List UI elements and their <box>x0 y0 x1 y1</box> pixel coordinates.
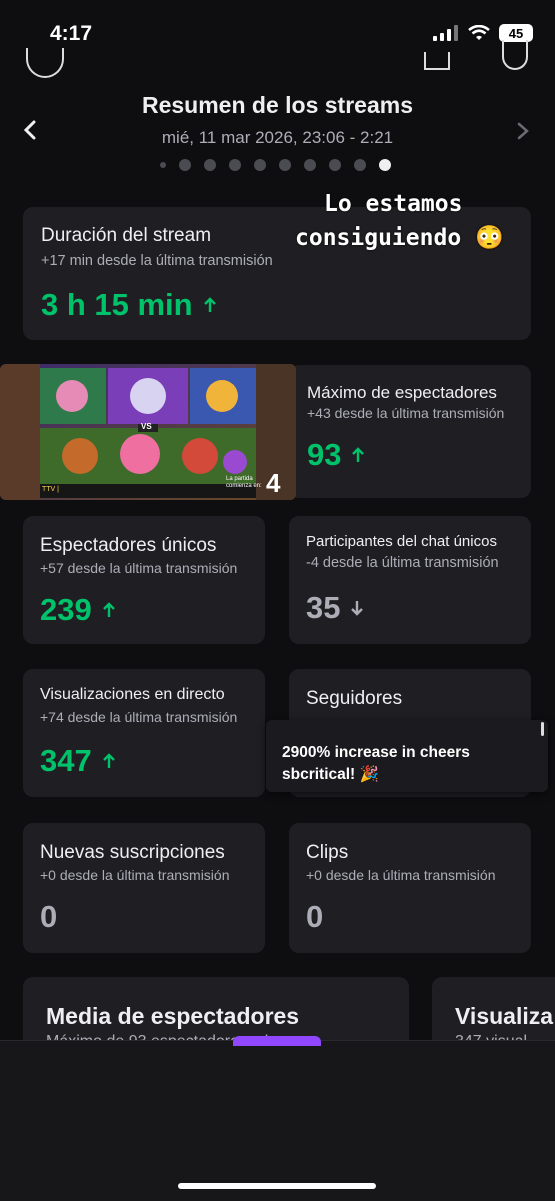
signal-icon <box>433 25 458 41</box>
stat-label: Espectadores únicos <box>40 535 217 556</box>
stat-value-text: 0 <box>40 899 58 934</box>
stat-value-text: 93 <box>307 437 342 472</box>
pager-dot[interactable] <box>160 162 166 168</box>
stat-delta: +43 desde la última transmisión <box>307 405 505 421</box>
primary-action-button[interactable] <box>233 1036 321 1046</box>
stat-card-new-subs: Nuevas suscripciones +0 desde la última … <box>23 823 265 953</box>
views-card-title: Visualiza <box>455 1003 554 1029</box>
caption-line-1: Lo estamos <box>324 191 463 217</box>
stat-value: 93 <box>307 437 365 473</box>
toast-text: 2900% increase in cheers sbcritical! 🎉 <box>282 742 470 786</box>
arrow-up-icon <box>203 297 216 312</box>
stat-value-text: 0 <box>306 899 324 934</box>
wifi-icon <box>468 25 490 40</box>
chevron-right-icon[interactable] <box>516 122 530 140</box>
avatar[interactable] <box>26 48 64 78</box>
stat-card-live-views: Visualizaciones en directo +74 desde la … <box>23 669 265 797</box>
stat-value: 3 h 15 min <box>41 287 217 323</box>
thumbnail-team: TTV | <box>42 486 59 493</box>
stat-value: 0 <box>306 899 323 935</box>
stat-card-unique-viewers: Espectadores únicos +57 desde la última … <box>23 516 265 644</box>
stat-card-clips: Clips +0 desde la última transmisión 0 <box>289 823 531 953</box>
stat-label: Nuevas suscripciones <box>40 842 225 863</box>
stat-delta: -4 desde la última transmisión <box>306 555 499 571</box>
home-indicator[interactable] <box>178 1183 376 1189</box>
pager-dot[interactable] <box>279 159 291 171</box>
pager-dots <box>160 159 391 171</box>
inbox-icon[interactable] <box>424 52 450 70</box>
profile-icon[interactable] <box>502 40 528 70</box>
stat-value-text: 239 <box>40 592 92 627</box>
stat-value: 35 <box>306 590 364 626</box>
stat-label: Máximo de espectadores <box>307 383 497 402</box>
toast-line-2: sbcritical! 🎉 <box>282 766 379 783</box>
stat-value: 239 <box>40 592 116 628</box>
pager-dot[interactable] <box>304 159 316 171</box>
stat-card-chat-participants: Participantes del chat únicos -4 desde l… <box>289 516 531 644</box>
stat-card-max-viewers: Máximo de espectadores +43 desde la últi… <box>289 365 531 498</box>
stat-delta: +17 min desde la última transmisión <box>41 253 273 269</box>
stat-delta: +74 desde la última transmisión <box>40 709 238 725</box>
stat-label: Visualizaciones en directo <box>40 686 225 703</box>
bottom-navigation <box>0 1040 555 1201</box>
pager-dot-active[interactable] <box>379 159 391 171</box>
arrow-up-icon <box>102 602 115 617</box>
stream-date: mié, 11 mar 2026, 23:06 - 2:21 <box>161 128 394 147</box>
pager-dot[interactable] <box>254 159 266 171</box>
arrow-up-icon <box>352 447 365 462</box>
stream-thumbnail[interactable]: VS TTV | La partida comienza en: 4 <box>0 364 296 500</box>
page-title: Resumen de los streams <box>141 92 413 118</box>
cheers-toast[interactable]: 2900% increase in cheers sbcritical! 🎉 <box>266 720 548 792</box>
pager-dot[interactable] <box>204 159 216 171</box>
pager-dot[interactable] <box>354 159 366 171</box>
stat-delta: +0 desde la última transmisión <box>306 867 496 883</box>
stat-value: 0 <box>40 899 57 935</box>
stat-delta: +0 desde la última transmisión <box>40 867 230 883</box>
chevron-left-icon[interactable] <box>22 120 38 140</box>
stat-delta: +57 desde la última transmisión <box>40 560 238 576</box>
thumbnail-vs: VS <box>141 422 152 431</box>
thumbnail-countdown-text: La partida comienza en: <box>226 476 262 489</box>
stat-label: Participantes del chat únicos <box>306 533 497 550</box>
stat-value-text: 3 h 15 min <box>41 287 193 322</box>
stat-label: Seguidores <box>306 688 403 709</box>
avg-viewers-title: Media de espectadores <box>46 1003 300 1029</box>
stat-label: Duración del stream <box>41 225 212 246</box>
stat-value-text: 35 <box>306 590 341 625</box>
pager-dot[interactable] <box>179 159 191 171</box>
toast-line-1: 2900% increase in cheers <box>282 744 470 761</box>
stat-value: 347 <box>40 743 116 779</box>
stat-label: Clips <box>306 842 349 863</box>
arrow-up-icon <box>102 753 115 768</box>
arrow-down-icon <box>351 601 364 616</box>
thumbnail-countdown: 4 <box>266 468 281 498</box>
pager-dot[interactable] <box>329 159 341 171</box>
toast-scrollbar <box>541 722 544 736</box>
caption-line-2: consiguiendo 😳 <box>295 225 504 251</box>
stat-value-text: 347 <box>40 743 92 778</box>
status-time: 4:17 <box>50 22 93 45</box>
pager-dot[interactable] <box>229 159 241 171</box>
